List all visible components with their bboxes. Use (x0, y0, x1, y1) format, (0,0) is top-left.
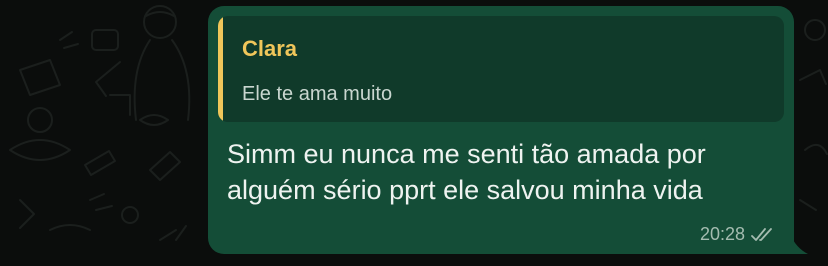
message-text: Simm eu nunca me senti tão amada por alg… (227, 139, 706, 205)
reply-accent-bar (218, 16, 223, 122)
reply-author: Clara (242, 36, 298, 61)
double-check-icon (751, 227, 772, 241)
message-meta: 20:28 (700, 224, 776, 245)
reply-quote[interactable]: Clara Ele te ama muito (218, 16, 784, 122)
bubble-tail (786, 234, 808, 254)
message-bubble[interactable]: Clara Ele te ama muito Simm eu nunca me … (208, 6, 794, 254)
reply-text: Ele te ama muito (242, 83, 393, 105)
message-time: 20:28 (699, 224, 745, 244)
